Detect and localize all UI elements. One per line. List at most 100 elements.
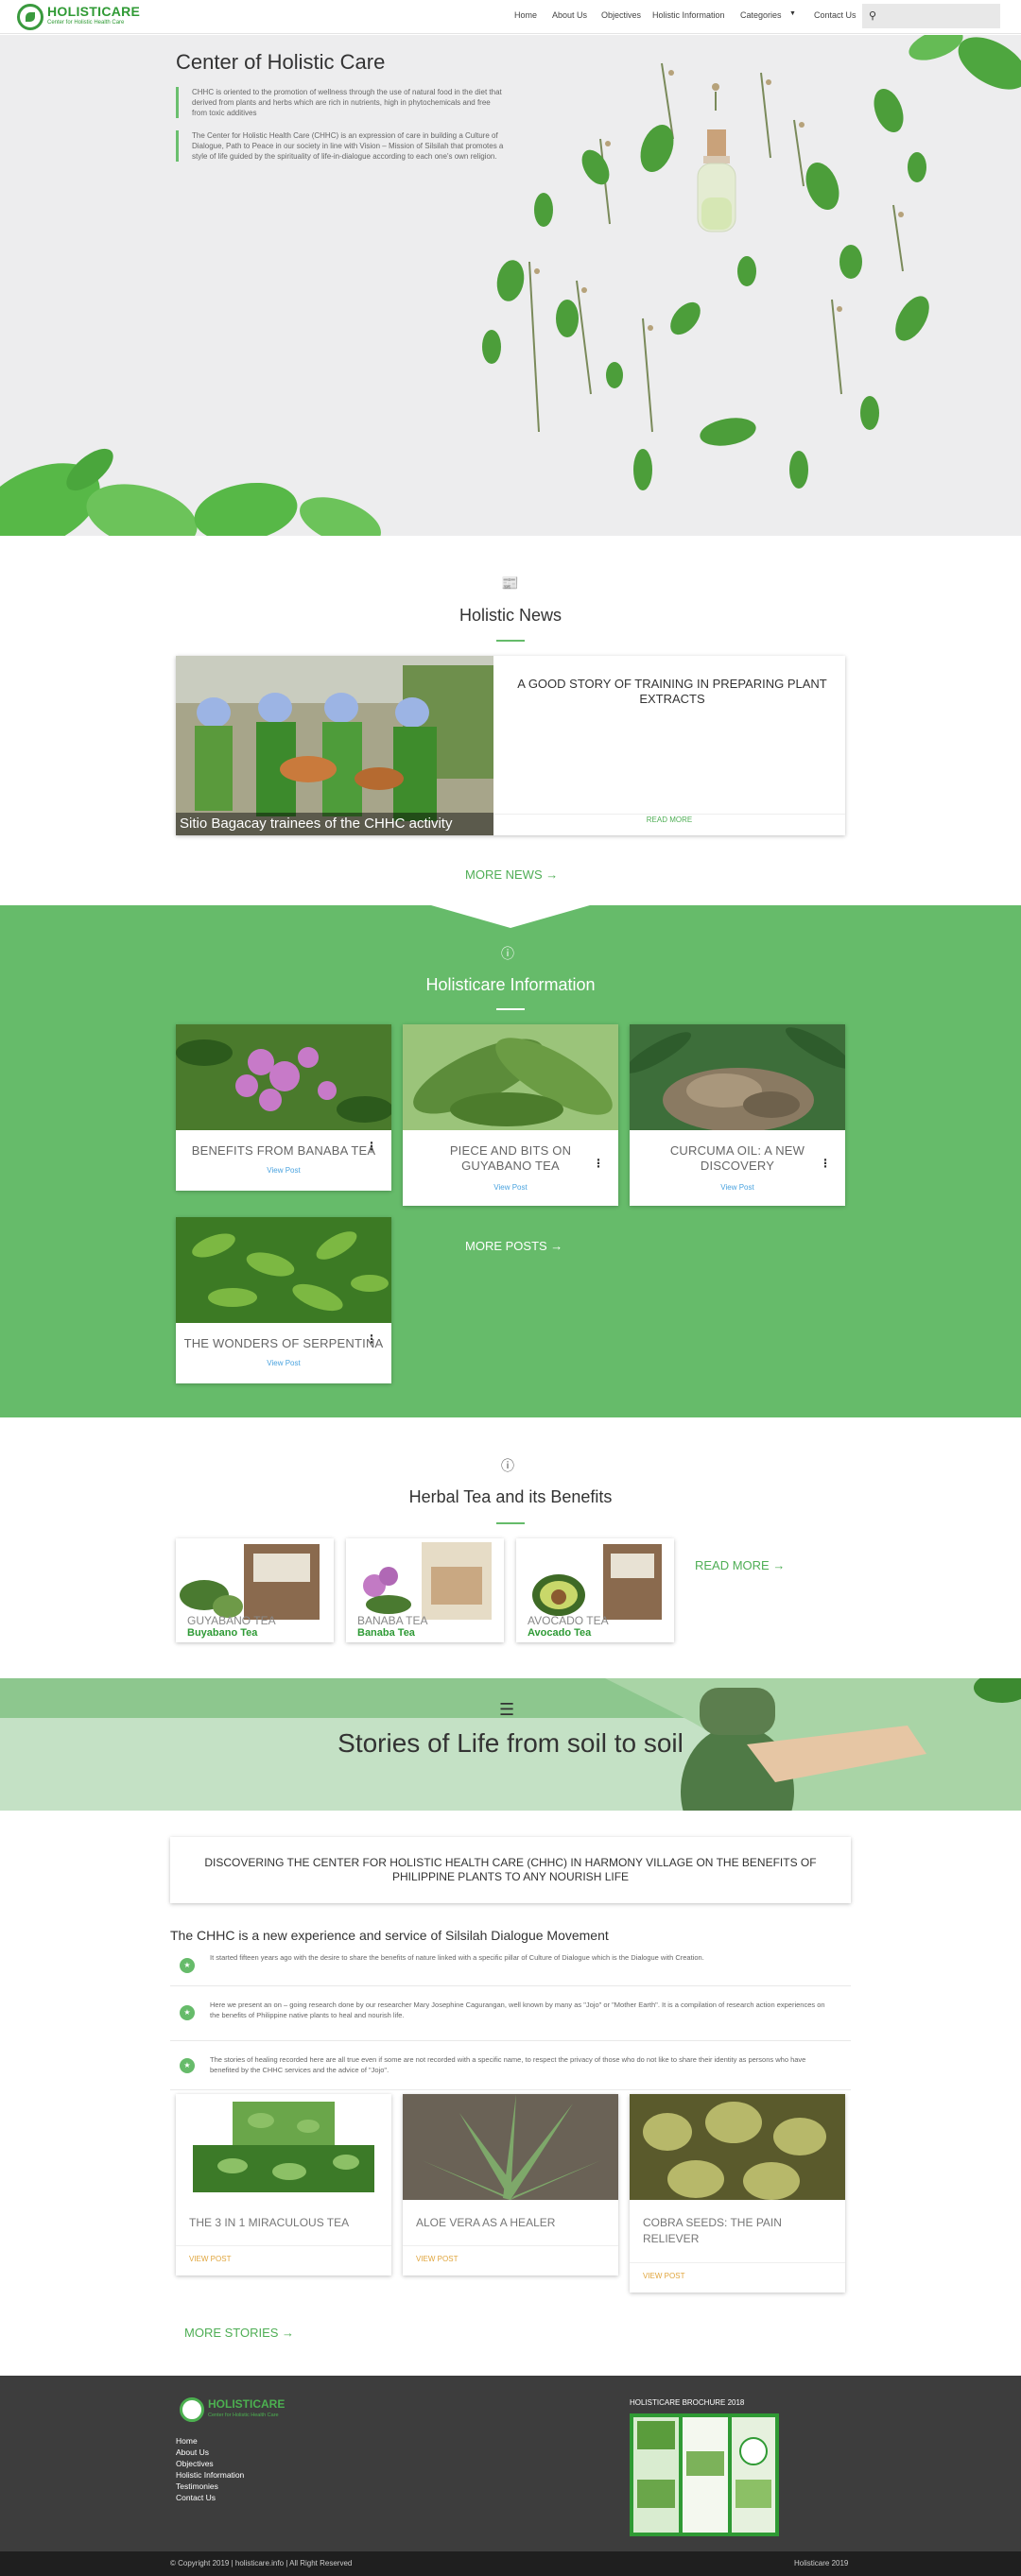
footer-year-text: Holisticare 2019 <box>794 2559 849 2567</box>
view-post-link[interactable]: View Post <box>176 1359 391 1367</box>
star-icon: ★ <box>180 1958 195 1973</box>
tea-label: GUYABANO TEA <box>187 1614 276 1627</box>
footer-link-holistic-information[interactable]: Holistic Information <box>176 2470 244 2480</box>
story-row: ★ Here we present an on – going research … <box>170 1986 851 2041</box>
aloe-vera-image <box>403 2094 618 2200</box>
post-card-curcuma[interactable]: CURCUMA OIL: A NEW DISCOVERY View Post ⋮ <box>625 1024 852 1206</box>
stories-banner-title: Stories of Life from soil to soil <box>337 1728 684 1758</box>
leaf-logo-icon <box>180 2397 204 2422</box>
more-options-icon[interactable]: ⋮ <box>366 1332 377 1346</box>
tea-label: AVOCADO TEA <box>528 1614 609 1627</box>
tea-tag: Avocado Tea <box>528 1627 592 1639</box>
footer-logo[interactable]: HOLISTICARE Center for Holistic Health C… <box>180 2396 293 2425</box>
story-card-cobra[interactable]: COBRA SEEDS: THE PAIN RELIEVER VIEW POST <box>630 2094 845 2293</box>
more-posts-link[interactable]: MORE POSTS → <box>465 1239 562 1253</box>
footer-link-objectives[interactable]: Objectives <box>176 2459 214 2468</box>
more-stories-link[interactable]: MORE STORIES → <box>184 2326 294 2340</box>
info-section-title: Holisticare Information <box>425 975 596 994</box>
banaba-flower-image <box>176 1024 393 1130</box>
curcuma-roots-image <box>625 1024 852 1132</box>
footer-link-testimonies[interactable]: Testimonies <box>176 2482 218 2491</box>
hero-paragraph-1: CHHC is oriented to the promotion of wel… <box>176 87 505 118</box>
nav-about[interactable]: About Us <box>552 10 587 20</box>
tea-read-more-link[interactable]: READ MORE → <box>695 1558 785 1572</box>
tea-card-guyabano[interactable]: GUYABANO TEA Buyabano Tea <box>176 1538 334 1642</box>
story-card-3in1[interactable]: THE 3 IN 1 MIRACULOUS TEA VIEW POST <box>176 2094 391 2275</box>
search-input[interactable]: ⚲ <box>862 4 1000 28</box>
hamburger-menu-icon[interactable]: ☰ <box>499 1700 514 1720</box>
3in1-tea-image <box>176 2094 391 2200</box>
nav-home[interactable]: Home <box>514 10 537 20</box>
view-post-link[interactable]: View Post <box>630 1183 845 1192</box>
read-more-link[interactable]: READ MORE <box>493 816 845 824</box>
post-title: CURCUMA OIL: A NEW DISCOVERY <box>669 1143 805 1173</box>
news-card[interactable]: Sitio Bagacay trainees of the CHHC activ… <box>176 656 845 835</box>
nav-holistic-information[interactable]: Holistic Information <box>652 10 725 20</box>
hero-title: Center of Holistic Care <box>176 50 386 74</box>
search-icon: ⚲ <box>869 10 877 22</box>
more-options-icon[interactable]: ⋮ <box>593 1157 604 1170</box>
top-navbar: HOLISTICARE Center for Holistic Health C… <box>0 0 1021 34</box>
story-title: ALOE VERA AS A HEALER <box>416 2216 556 2229</box>
more-options-icon[interactable]: ⋮ <box>366 1140 377 1153</box>
serpentina-plant-image <box>176 1217 391 1323</box>
news-photo: Sitio Bagacay trainees of the CHHC activ… <box>176 656 493 835</box>
stories-intro-box: DISCOVERING THE CENTER FOR HOLISTIC HEAL… <box>170 1837 851 1903</box>
view-post-link[interactable]: VIEW POST <box>643 2272 684 2280</box>
news-section-title: Holistic News <box>459 606 562 625</box>
view-post-link[interactable]: View Post <box>403 1183 618 1192</box>
footer: HOLISTICARE Center for Holistic Health C… <box>0 2376 1021 2551</box>
more-options-icon[interactable]: ⋮ <box>820 1157 831 1170</box>
story-title: COBRA SEEDS: THE PAIN RELIEVER <box>643 2216 782 2245</box>
nav-contact[interactable]: Contact Us <box>814 10 857 20</box>
stories-subtitle: The CHHC is a new experience and service… <box>170 1928 609 1943</box>
cobra-seeds-image <box>630 2094 845 2200</box>
story-row: ★ It started fifteen years ago with the d… <box>170 1945 851 1986</box>
newspaper-icon: 📰 <box>501 575 519 592</box>
tea-title-underline <box>496 1522 525 1524</box>
site-logo[interactable]: HOLISTICARE Center for Holistic Health C… <box>17 3 140 31</box>
info-icon: ⓘ <box>501 946 514 961</box>
star-icon: ★ <box>180 2005 195 2020</box>
tea-tag: Banaba Tea <box>357 1627 415 1639</box>
brochure-image[interactable] <box>630 2413 779 2536</box>
post-title: PIECE AND BITS ON GUYABANO TEA <box>449 1143 572 1173</box>
tea-card-avocado[interactable]: AVOCADO TEA Avocado Tea <box>516 1538 674 1642</box>
section-notch <box>431 905 590 928</box>
hero-banner: Center of Holistic Care CHHC is oriented… <box>0 35 1021 536</box>
caret-down-icon[interactable]: ▼ <box>789 10 796 17</box>
view-post-link[interactable]: VIEW POST <box>416 2255 458 2263</box>
post-card-serpentina[interactable]: THE WONDERS OF SERPENTINA View Post ⋮ <box>176 1217 391 1383</box>
footer-link-home[interactable]: Home <box>176 2436 198 2446</box>
logo-tagline: Center for Holistic Health Care <box>47 20 125 26</box>
view-post-link[interactable]: VIEW POST <box>189 2255 231 2263</box>
stories-intro-title: DISCOVERING THE CENTER FOR HOLISTIC HEAL… <box>204 1856 817 1883</box>
more-news-link[interactable]: MORE NEWS → <box>465 867 558 882</box>
news-title-underline <box>496 640 525 642</box>
stories-banner: ☰ Stories of Life from soil to soil <box>0 1678 1021 1811</box>
footer-link-about[interactable]: About Us <box>176 2447 209 2457</box>
tea-label: BANABA TEA <box>357 1614 428 1627</box>
tea-tag: Buyabano Tea <box>187 1627 258 1639</box>
nav-categories[interactable]: Categories <box>740 10 782 20</box>
news-photo-caption: Sitio Bagacay trainees of the CHHC activ… <box>176 813 493 835</box>
post-title: BENEFITS FROM BANABA TEA <box>191 1143 376 1158</box>
story-title: THE 3 IN 1 MIRACULOUS TEA <box>189 2216 350 2229</box>
story-row: ★ The stories of healing recorded here ar… <box>170 2041 851 2090</box>
bottom-bar: © Copyright 2019 | holisticare.info | Al… <box>0 2551 1021 2576</box>
view-post-link[interactable]: View Post <box>176 1166 391 1175</box>
post-card-banaba[interactable]: BENEFITS FROM BANABA TEA View Post ⋮ <box>176 1024 393 1191</box>
guyabano-leaves-image <box>403 1024 618 1130</box>
tea-section-title: Herbal Tea and its Benefits <box>408 1487 613 1506</box>
footer-link-contact[interactable]: Contact Us <box>176 2493 216 2502</box>
info-title-underline <box>496 1008 525 1010</box>
hero-paragraph-2: The Center for Holistic Health Care (CHH… <box>176 130 505 162</box>
logo-brand: HOLISTICARE <box>47 4 141 19</box>
news-headline[interactable]: A GOOD STORY OF TRAINING IN PREPARING PL… <box>516 677 828 707</box>
brochure-title: HOLISTICARE BROCHURE 2018 <box>630 2398 745 2407</box>
info-icon: ⓘ <box>501 1458 514 1473</box>
story-card-aloe[interactable]: ALOE VERA AS A HEALER VIEW POST <box>403 2094 618 2275</box>
post-card-guyabano[interactable]: PIECE AND BITS ON GUYABANO TEA View Post… <box>403 1024 618 1206</box>
nav-objectives[interactable]: Objectives <box>601 10 641 20</box>
tea-card-banaba[interactable]: BANABA TEA Banaba Tea <box>346 1538 504 1642</box>
